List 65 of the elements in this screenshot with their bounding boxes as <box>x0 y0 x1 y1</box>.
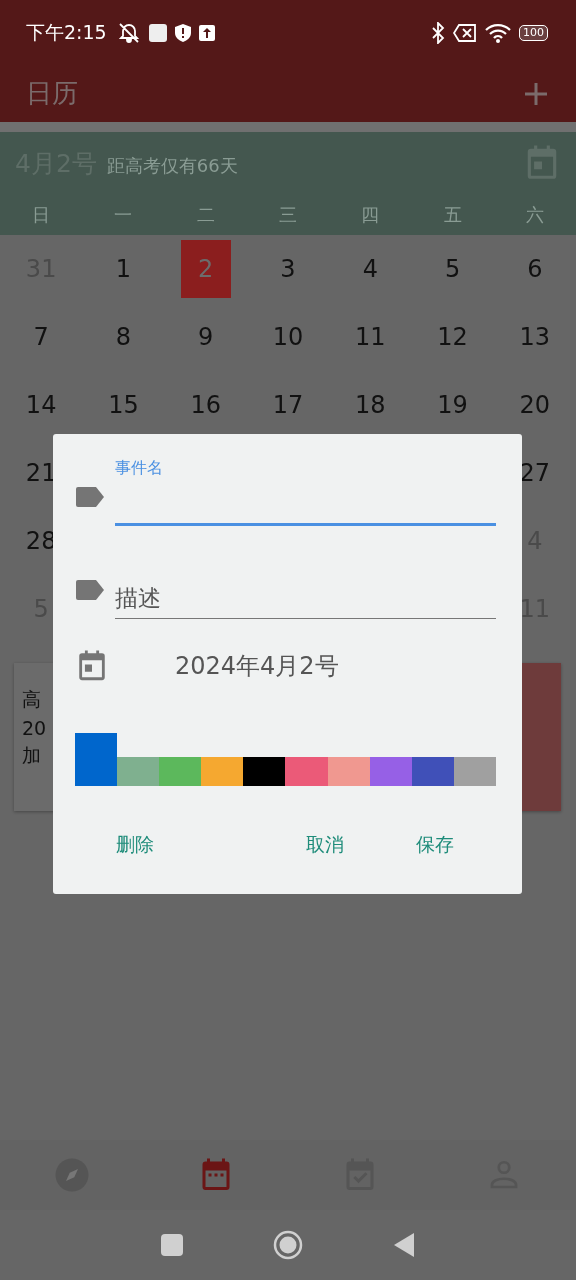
label-icon <box>75 579 105 601</box>
save-button[interactable]: 保存 <box>410 828 460 862</box>
calendar-day[interactable]: 14 <box>25 391 57 419</box>
calendar-day[interactable]: 7 <box>33 323 49 351</box>
bell-off-icon <box>116 21 141 44</box>
calendar-day[interactable]: 11 <box>355 323 386 351</box>
app-title: 日历 <box>26 77 78 110</box>
home-icon[interactable] <box>273 1230 303 1260</box>
calendar-day[interactable]: 5 <box>444 255 461 283</box>
color-swatch[interactable] <box>453 757 496 786</box>
calendar-day[interactable]: 8 <box>115 323 132 351</box>
upload-icon <box>198 24 215 41</box>
calendar-day[interactable]: 16 <box>190 391 221 419</box>
color-swatch[interactable] <box>117 757 160 786</box>
weekday-label: 三 <box>279 202 297 227</box>
add-icon[interactable] <box>524 81 548 106</box>
calendar-day[interactable]: 20 <box>519 391 551 419</box>
status-time: 下午2:15 <box>26 19 107 45</box>
event-date[interactable]: 2024年4月2号 <box>175 650 339 682</box>
compass-icon[interactable] <box>54 1157 90 1193</box>
calendar-day[interactable]: 15 <box>108 391 139 419</box>
weekday-label: 二 <box>196 202 215 227</box>
wifi-icon <box>485 22 511 43</box>
color-swatch[interactable] <box>411 757 454 786</box>
weekday-label: 四 <box>361 202 380 227</box>
battery-level: 100 <box>519 24 548 41</box>
weekday-label: 日 <box>32 202 51 227</box>
color-swatch[interactable] <box>75 733 118 786</box>
shield-icon <box>174 23 191 42</box>
calendar-day[interactable]: 21 <box>25 459 57 487</box>
back-icon[interactable] <box>393 1232 415 1258</box>
calendar-day[interactable]: 12 <box>437 323 468 351</box>
calendar-day[interactable]: 3 <box>280 255 296 283</box>
calendar-day[interactable]: 1 <box>115 255 132 283</box>
recents-icon[interactable] <box>161 1234 183 1256</box>
square-icon <box>148 23 167 42</box>
cancel-button[interactable]: 取消 <box>300 828 350 862</box>
no-sim-icon <box>453 23 477 42</box>
color-swatch[interactable] <box>243 757 286 786</box>
weekday-label: 六 <box>525 202 544 227</box>
delete-button[interactable]: 删除 <box>110 828 160 862</box>
calendar-day[interactable]: 27 <box>519 459 551 487</box>
color-swatch[interactable] <box>285 757 328 786</box>
label-icon <box>75 486 105 508</box>
calendar-day[interactable]: 6 <box>527 255 543 283</box>
calendar-day[interactable]: 9 <box>198 323 214 351</box>
event-text: 高 <box>22 687 42 712</box>
calendar-day[interactable]: 17 <box>272 391 304 419</box>
weekday-label: 五 <box>443 202 462 227</box>
event-text: 20 <box>22 717 48 739</box>
event-name-field[interactable]: 事件名 <box>115 454 496 526</box>
calendar-day[interactable]: 19 <box>437 391 468 419</box>
calendar-day[interactable]: 18 <box>355 391 386 419</box>
color-swatch[interactable] <box>327 757 370 786</box>
calendar-day[interactable]: 13 <box>519 323 551 351</box>
calendar-day[interactable]: 4 <box>362 255 378 283</box>
color-swatch[interactable] <box>159 757 202 786</box>
description-field[interactable]: 描述 <box>115 578 496 619</box>
color-swatch[interactable] <box>369 757 412 786</box>
countdown-text: 距高考仅有66天 <box>106 154 238 178</box>
selected-day[interactable]: 2 <box>180 240 231 298</box>
color-swatch[interactable] <box>201 757 244 786</box>
calendar-day[interactable]: 10 <box>272 323 304 351</box>
event-text: 加 <box>22 743 42 768</box>
bluetooth-icon <box>431 21 445 44</box>
